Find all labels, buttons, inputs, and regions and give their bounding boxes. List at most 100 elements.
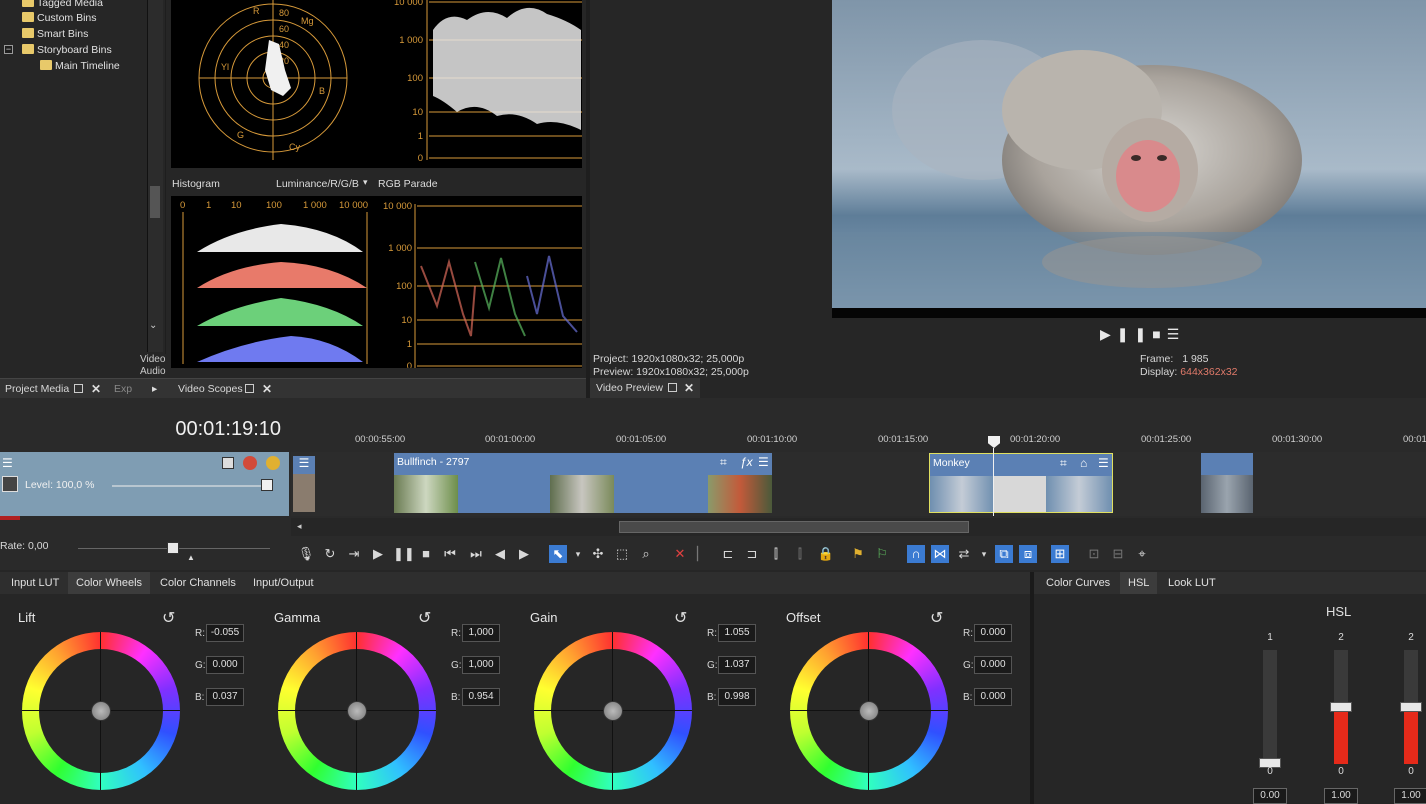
slider-handle[interactable] — [1400, 702, 1422, 712]
gain-color-wheel[interactable] — [534, 632, 692, 790]
slider-value-field[interactable]: 0.00 — [1253, 788, 1287, 804]
project-media-scrollbar[interactable] — [147, 0, 163, 352]
tab-color-curves[interactable]: Color Curves — [1038, 572, 1118, 594]
preview-frame-image[interactable] — [832, 0, 1426, 308]
snapping-icon[interactable]: ∩ — [907, 545, 925, 563]
crop-icon[interactable]: ⌗ — [720, 455, 727, 470]
delete-icon[interactable]: ✕ — [671, 545, 689, 563]
reset-icon[interactable]: ↺ — [418, 608, 431, 628]
prev-frame-icon[interactable]: ◀ — [491, 545, 509, 563]
go-to-end-icon[interactable]: ⏭ — [467, 545, 485, 563]
dropdown-arrow-icon[interactable]: ▾ — [975, 545, 993, 563]
gamma-g-field[interactable]: 1,000 — [462, 656, 500, 674]
fx-icon[interactable]: ƒx — [740, 455, 753, 469]
offset-r-field[interactable]: 0.000 — [974, 624, 1012, 642]
gain-b-field[interactable]: 0.998 — [718, 688, 756, 706]
menu-icon[interactable]: ☰ — [1167, 326, 1186, 342]
loop-icon[interactable]: ↻ — [321, 545, 339, 563]
tab-video-scopes[interactable]: Video Scopes — [178, 379, 243, 399]
tree-item-custom-bins[interactable]: Custom Bins — [22, 10, 97, 26]
tab-look-lut[interactable]: Look LUT — [1160, 572, 1224, 594]
tab-scroll-right-icon[interactable]: ▸ — [152, 379, 157, 399]
zoom-tool-icon[interactable]: ⌕ — [637, 545, 655, 563]
lock-icon[interactable]: ⌂ — [1080, 456, 1087, 470]
tree-item-main-timeline[interactable]: Main Timeline — [40, 58, 120, 74]
rate-slider-handle[interactable] — [167, 542, 179, 554]
region-icon[interactable]: ⚐ — [873, 545, 891, 563]
track-lane-menu-icon[interactable]: ☰ — [293, 456, 315, 474]
stop-icon[interactable]: ■ — [417, 545, 435, 563]
dropdown-arrow-icon[interactable]: ▾ — [569, 545, 587, 563]
reset-icon[interactable]: ↺ — [930, 608, 943, 628]
histogram-mode-select[interactable]: Luminance/R/G/B — [276, 178, 359, 190]
stop-icon[interactable]: ■ — [1152, 326, 1166, 342]
auto-crossfade-icon[interactable]: ⋈ — [931, 545, 949, 563]
timeline-scrollbar[interactable]: ◂ — [291, 518, 1426, 536]
marker-icon[interactable]: ⚑ — [849, 545, 867, 563]
slider-value-field[interactable]: 1.00 — [1324, 788, 1358, 804]
tab-input-lut[interactable]: Input LUT — [3, 572, 67, 594]
lift-b-field[interactable]: 0.037 — [206, 688, 244, 706]
lift-color-wheel[interactable] — [22, 632, 180, 790]
tab-explorer[interactable]: Exp — [114, 379, 132, 399]
trim-end-icon[interactable]: ⊐ — [743, 545, 761, 563]
clip-monkey[interactable]: Monkey ⌗ ⌂ ☰ — [929, 453, 1113, 513]
offset-b-field[interactable]: 0.000 — [974, 688, 1012, 706]
play-icon[interactable]: ▶ — [369, 545, 387, 563]
pause-icon[interactable]: ❚❚ — [393, 545, 415, 563]
lock-envelopes-icon[interactable]: ⧉ — [995, 545, 1013, 563]
gamma-r-field[interactable]: 1,000 — [462, 624, 500, 642]
record-icon[interactable]: 🎙 — [297, 545, 315, 563]
slider-handle[interactable] — [1330, 702, 1352, 712]
wheel-knob[interactable] — [603, 701, 623, 721]
panel-divider[interactable] — [1030, 572, 1034, 804]
selection-tool-icon[interactable]: ⬚ — [613, 545, 631, 563]
level-slider-track[interactable] — [112, 485, 262, 487]
close-icon[interactable]: ✕ — [91, 382, 101, 396]
tab-video-preview[interactable]: Video Preview — [596, 378, 663, 398]
tree-item-storyboard-bins[interactable]: Storyboard Bins — [22, 42, 112, 58]
lock-icon[interactable]: 🔒 — [817, 545, 835, 563]
envelope-tool-icon[interactable]: ✣ — [589, 545, 607, 563]
level-slider-handle[interactable] — [261, 479, 273, 491]
track-menu-icon[interactable]: ☰ — [2, 456, 13, 470]
side-tab-video[interactable]: Video — [140, 354, 166, 366]
gain-r-field[interactable]: 1.055 — [718, 624, 756, 642]
clip-bullfinch[interactable]: Bullfinch - 2797 ⌗ ƒx ☰ — [394, 453, 772, 513]
go-to-start-icon[interactable]: ⏮ — [441, 545, 459, 563]
close-icon[interactable]: ✕ — [262, 382, 272, 396]
lift-g-field[interactable]: 0.000 — [206, 656, 244, 674]
crop-icon[interactable]: ⌗ — [1060, 456, 1067, 471]
undock-icon[interactable] — [74, 384, 83, 393]
lift-r-field[interactable]: -0.055 — [206, 624, 244, 642]
wheel-knob[interactable] — [859, 701, 879, 721]
reset-icon[interactable]: ↺ — [162, 608, 175, 628]
tab-input-output[interactable]: Input/Output — [245, 572, 322, 594]
clip-thumbnail[interactable] — [293, 474, 315, 512]
wheel-knob[interactable] — [91, 701, 111, 721]
gain-g-field[interactable]: 1.037 — [718, 656, 756, 674]
video-track[interactable]: ☰ Bullfinch - 2797 ⌗ ƒx ☰ Monkey ⌗ ⌂ ☰ — [291, 448, 1426, 516]
slider-track[interactable] — [1400, 650, 1422, 764]
clip-menu-icon[interactable]: ☰ — [758, 455, 769, 469]
tab-hsl[interactable]: HSL — [1120, 572, 1158, 594]
reset-icon[interactable]: ↺ — [674, 608, 687, 628]
tab-color-channels[interactable]: Color Channels — [152, 572, 244, 594]
event-pan-icon[interactable]: ⊞ — [1051, 545, 1069, 563]
clip-menu-icon[interactable]: ☰ — [1098, 456, 1109, 470]
track-header[interactable]: ☰ Level: 100,0 % — [0, 452, 289, 516]
split-icon[interactable]: ⫿ — [767, 545, 785, 563]
offset-g-field[interactable]: 0.000 — [974, 656, 1012, 674]
gamma-b-field[interactable]: 0.954 — [462, 688, 500, 706]
gamma-color-wheel[interactable] — [278, 632, 436, 790]
mute-icon[interactable] — [243, 456, 257, 470]
cursor-icon[interactable]: ⌖ — [1133, 545, 1151, 563]
solo-icon[interactable] — [266, 456, 280, 470]
track-motion-icon[interactable] — [222, 457, 234, 469]
dropdown-arrow-icon[interactable]: ▾ — [363, 177, 368, 188]
play-from-start-icon[interactable]: ⇥ — [345, 545, 363, 563]
clip-small[interactable] — [1201, 453, 1253, 513]
tab-color-wheels[interactable]: Color Wheels — [68, 572, 151, 594]
timeline-scroll-thumb[interactable] — [619, 521, 969, 533]
ripple-edit-icon[interactable]: ⇄ — [955, 545, 973, 563]
